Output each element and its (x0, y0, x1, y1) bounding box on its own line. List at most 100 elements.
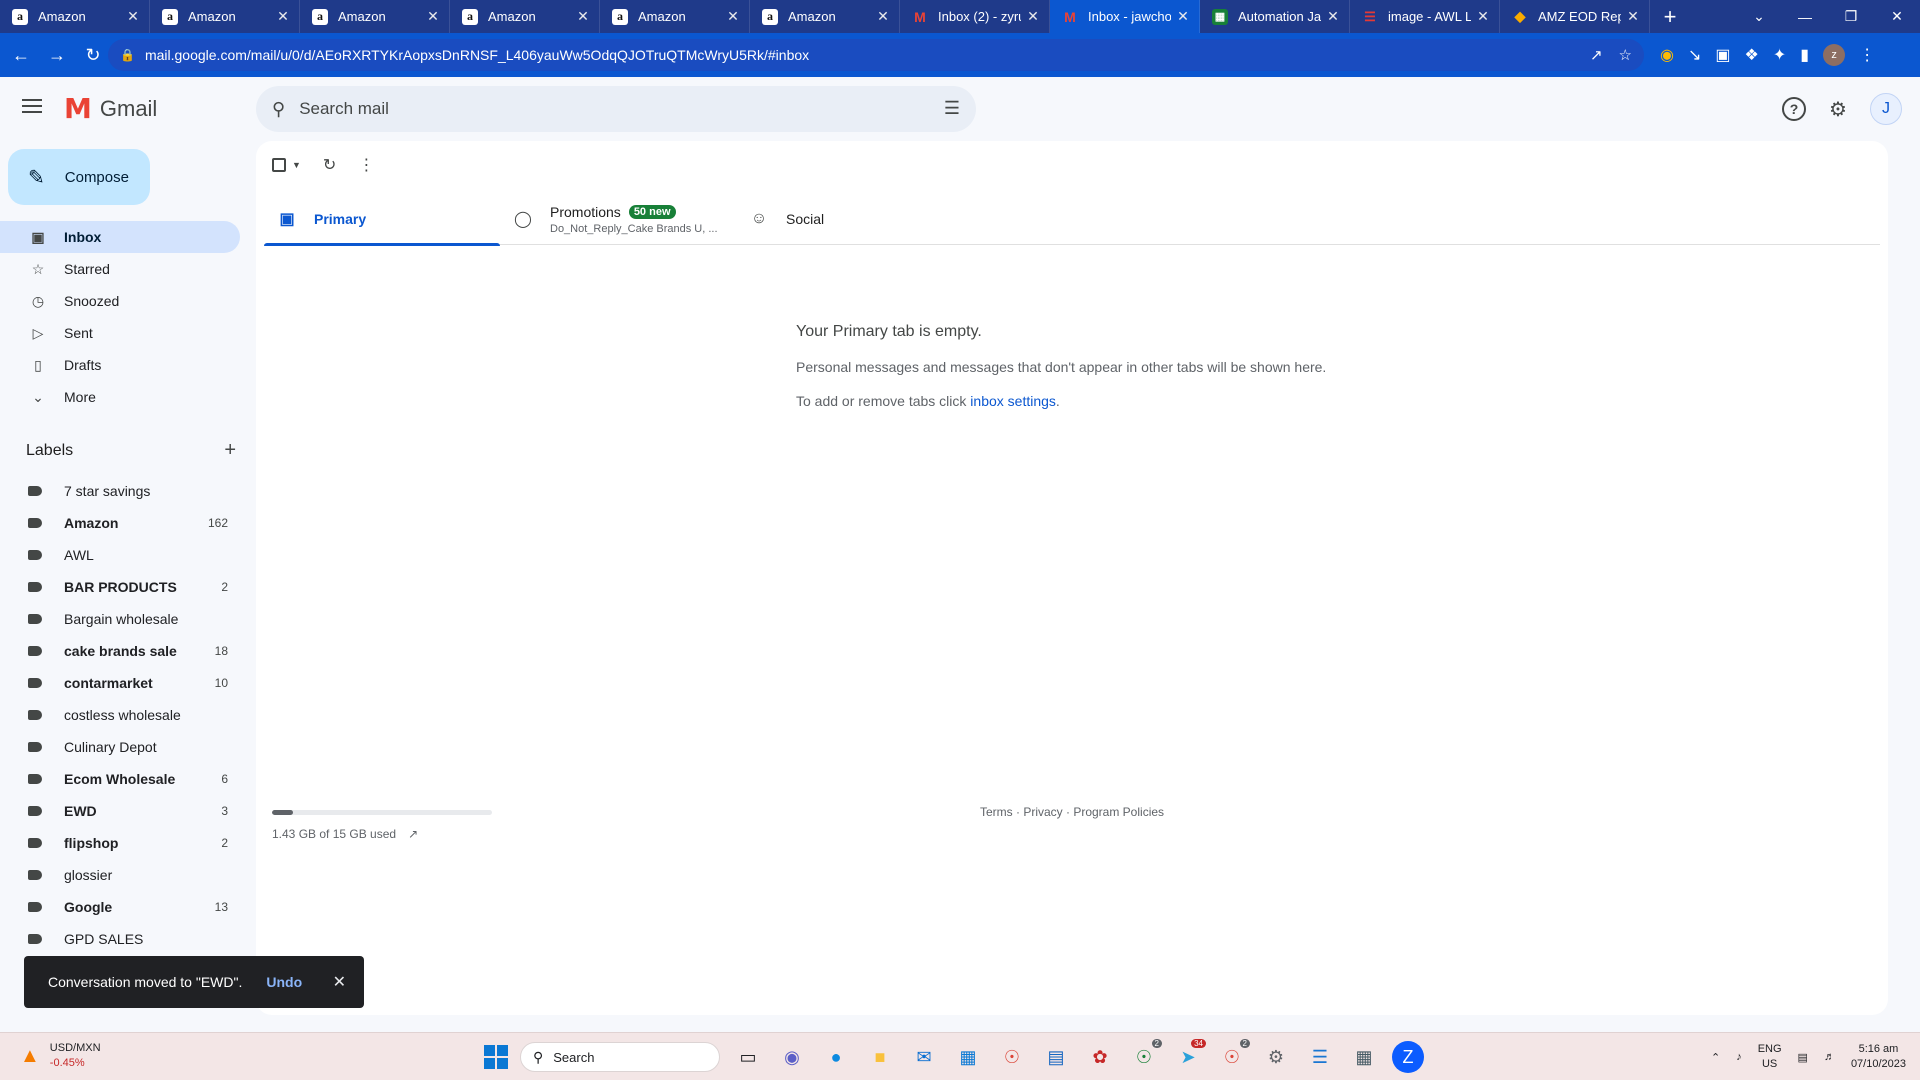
close-tab-icon[interactable]: ✕ (275, 8, 291, 25)
language-indicator[interactable]: ENG US (1758, 1042, 1782, 1072)
browser-menu-icon[interactable]: ⋮ (1859, 45, 1875, 65)
browser-tab[interactable]: a Amazon ✕ (150, 0, 300, 33)
app-chart-icon[interactable]: ✿ (1084, 1041, 1116, 1073)
help-icon[interactable]: ? (1782, 97, 1806, 121)
extension-off-icon[interactable]: ▣ (1715, 45, 1730, 65)
teams-icon[interactable]: ◉ (776, 1041, 808, 1073)
sidebar-item-drafts[interactable]: ▯ Drafts (0, 349, 240, 381)
browser-tab[interactable]: a Amazon ✕ (600, 0, 750, 33)
chevron-up-icon[interactable]: ⌃ (1711, 1051, 1720, 1064)
undo-button[interactable]: Undo (266, 974, 302, 990)
settings-gear-icon[interactable]: ⚙ (1826, 97, 1850, 121)
label-item[interactable]: costless wholesale (0, 699, 240, 731)
inbox-settings-link[interactable]: inbox settings (970, 393, 1056, 409)
back-button[interactable]: ← (6, 40, 36, 70)
label-item[interactable]: Google 13 (0, 891, 240, 923)
close-tab-icon[interactable]: ✕ (1475, 8, 1491, 25)
tab-primary[interactable]: ▣ Primary (264, 193, 500, 246)
microphone-icon[interactable]: ♪ (1736, 1051, 1742, 1063)
settings-icon[interactable]: ⚙ (1260, 1041, 1292, 1073)
gmail-logo[interactable]: M Gmail (64, 95, 157, 123)
lock-icon[interactable]: 🔒 (120, 48, 135, 62)
store-icon[interactable]: ▦ (952, 1041, 984, 1073)
extension-arrow-icon[interactable]: ↘ (1688, 45, 1701, 65)
sidebar-item-more[interactable]: ⌄ More (0, 381, 240, 413)
account-avatar[interactable]: J (1870, 93, 1902, 125)
browser-tab[interactable]: ☰ image - AWL L ✕ (1350, 0, 1500, 33)
ticker-widget[interactable]: ▲ USD/MXN -0.45% (20, 1041, 101, 1071)
forward-button[interactable]: → (42, 40, 72, 70)
refresh-icon[interactable]: ↻ (323, 155, 336, 175)
main-menu-icon[interactable] (22, 99, 42, 113)
search-icon[interactable]: ⚲ (272, 99, 285, 120)
close-tab-icon[interactable]: ✕ (1025, 8, 1041, 25)
browser-tab[interactable]: M Inbox - jawcho ✕ (1050, 0, 1200, 33)
profile-avatar[interactable]: z (1823, 44, 1846, 66)
close-icon[interactable]: ✕ (333, 972, 346, 992)
create-label-icon[interactable]: + (224, 439, 236, 462)
taskbar-search[interactable]: ⚲ Search (520, 1042, 720, 1072)
chrome-icon[interactable]: ☉ (996, 1041, 1028, 1073)
tab-social[interactable]: ☺ Social (736, 193, 972, 245)
label-item[interactable]: 7 star savings (0, 475, 240, 507)
select-all-checkbox[interactable] (272, 158, 286, 172)
label-item[interactable]: Bargain wholesale (0, 603, 240, 635)
label-item[interactable]: BAR PRODUCTS 2 (0, 571, 240, 603)
tab-search-icon[interactable]: ⌄ (1736, 8, 1782, 25)
compose-button[interactable]: ✎ Compose (8, 149, 150, 205)
label-item[interactable]: Ecom Wholesale 6 (0, 763, 240, 795)
zoom-icon[interactable]: Z (1392, 1041, 1424, 1073)
edge-icon[interactable]: ● (820, 1041, 852, 1073)
extension-orange-icon[interactable]: ◉ (1660, 45, 1674, 65)
calculator-icon[interactable]: ▦ (1348, 1041, 1380, 1073)
search-input[interactable] (299, 99, 900, 119)
search-options-icon[interactable]: ☰ (944, 98, 960, 119)
select-dropdown-icon[interactable]: ▼ (292, 160, 301, 170)
more-options-icon[interactable]: ⋮ (358, 155, 374, 175)
close-tab-icon[interactable]: ✕ (1625, 8, 1641, 25)
browser-tab[interactable]: M Inbox (2) - zyru ✕ (900, 0, 1050, 33)
label-item[interactable]: EWD 3 (0, 795, 240, 827)
open-external-icon[interactable]: ↗ (408, 827, 418, 841)
close-tab-icon[interactable]: ✕ (125, 8, 141, 25)
side-panel-icon[interactable]: ▮ (1800, 45, 1809, 65)
windows-start-icon[interactable] (484, 1045, 508, 1069)
notepad-icon[interactable]: ☰ (1304, 1041, 1336, 1073)
extension-diamond-icon[interactable]: ❖ (1745, 45, 1759, 65)
reload-button[interactable]: ↻ (78, 40, 108, 70)
chrome-profile-icon[interactable]: ☉ 2 (1128, 1039, 1162, 1073)
extensions-puzzle-icon[interactable]: ✦ (1773, 45, 1786, 65)
browser-tab[interactable]: a Amazon ✕ (450, 0, 600, 33)
network-icon[interactable]: ▤ (1798, 1051, 1808, 1064)
label-item[interactable]: GPD SALES (0, 923, 240, 955)
sidebar-item-inbox[interactable]: ▣ Inbox (0, 221, 240, 253)
label-item[interactable]: cake brands sale 18 (0, 635, 240, 667)
close-tab-icon[interactable]: ✕ (575, 8, 591, 25)
url-bar[interactable]: 🔒 mail.google.com/mail/u/0/d/AEoRXRTYKrA… (108, 39, 1644, 71)
label-item[interactable]: contarmarket 10 (0, 667, 240, 699)
printer-app-icon[interactable]: ▤ (1040, 1041, 1072, 1073)
close-tab-icon[interactable]: ✕ (1325, 8, 1341, 25)
telegram-icon[interactable]: ➤ 34 (1172, 1039, 1206, 1073)
close-tab-icon[interactable]: ✕ (875, 8, 891, 25)
volume-icon[interactable]: ♬ (1824, 1051, 1835, 1063)
mail-icon[interactable]: ✉ (908, 1041, 940, 1073)
browser-tab[interactable]: a Amazon ✕ (0, 0, 150, 33)
clock[interactable]: 5:16 am 07/10/2023 (1851, 1042, 1906, 1072)
footer-links[interactable]: Terms · Privacy · Program Policies (980, 805, 1164, 819)
label-item[interactable]: Culinary Depot (0, 731, 240, 763)
tab-promotions[interactable]: ◯ Promotions 50 new Do_Not_Reply_Cake Br… (500, 193, 736, 245)
label-item[interactable]: Amazon 162 (0, 507, 240, 539)
browser-tab[interactable]: ◆ AMZ EOD Repo ✕ (1500, 0, 1650, 33)
task-view-icon[interactable]: ▭ (732, 1041, 764, 1073)
label-item[interactable]: AWL (0, 539, 240, 571)
chrome-active-icon[interactable]: ☉ 2 (1216, 1039, 1250, 1073)
label-item[interactable]: glossier (0, 859, 240, 891)
sidebar-item-starred[interactable]: ☆ Starred (0, 253, 240, 285)
browser-tab[interactable]: a Amazon ✕ (750, 0, 900, 33)
close-tab-icon[interactable]: ✕ (725, 8, 741, 25)
share-icon[interactable]: ↗ (1590, 46, 1603, 64)
file-explorer-icon[interactable]: ■ (864, 1041, 896, 1073)
close-window-button[interactable]: ✕ (1874, 8, 1920, 25)
new-tab-button[interactable]: + (1650, 0, 1690, 33)
